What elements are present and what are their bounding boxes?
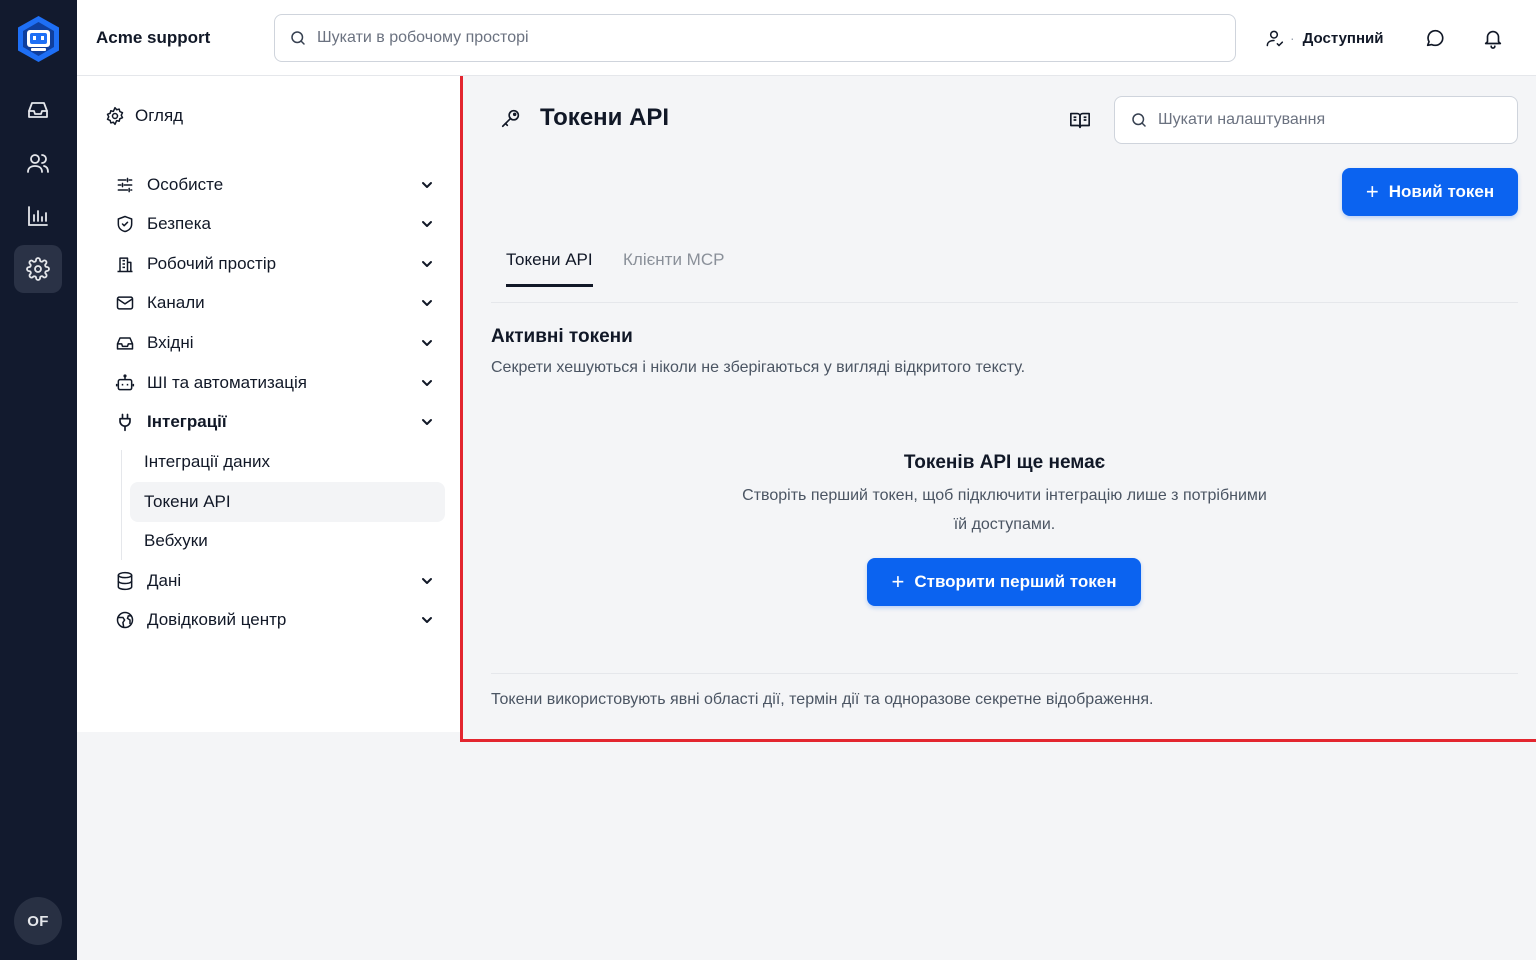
building-icon [117,257,133,273]
database-icon [117,571,133,591]
nav-item-label: Безпека [147,214,211,233]
status-separator: · [1290,30,1295,46]
availability-status[interactable]: · Доступний [1264,26,1383,50]
footer-divider [491,673,1518,674]
inbox-icon [28,102,48,118]
top-bar: Acme support · Доступний [77,0,1536,76]
chevron-down-icon [422,617,432,623]
key-icon [501,109,520,128]
tab-api-tokens[interactable]: Токени API [506,250,593,287]
create-first-token-button[interactable]: + Створити перший токен [867,558,1141,606]
nav-item-label: Канали [147,293,205,312]
nav-item-label: Вхідні [147,333,194,352]
bot-icon [115,374,135,391]
nav-item-ai-automation[interactable]: ШІ та автоматизація [115,369,435,397]
chevron-down-icon [422,182,432,188]
chevron-down-icon [422,578,432,584]
notifications-button[interactable] [1481,26,1505,50]
create-first-token-label: Створити перший токен [914,572,1117,591]
search-icon [1132,113,1146,127]
user-icon [1266,30,1284,47]
subnav-divider [121,450,122,560]
section-subtitle: Секрети хешуються і ніколи не зберігають… [491,359,1026,376]
rail-reports-button[interactable] [14,192,62,240]
book-open-icon [1070,112,1090,129]
section-title: Активні токени [491,326,633,347]
nav-item-personal[interactable]: Особисте [115,171,435,199]
chevron-down-icon [422,261,432,267]
nav-item-label: Інтеграції [147,412,227,431]
settings-overview-link[interactable]: Огляд [105,106,183,126]
plus-icon: + [1365,179,1379,204]
new-token-label: Новий токен [1388,182,1495,201]
chevron-down-icon [422,300,432,306]
rail-settings-button[interactable] [14,245,62,293]
chat-bubble-icon [1426,29,1444,47]
sub-item-label: Інтеграції даних [144,452,270,471]
gear-icon [26,257,50,281]
api-tokens-panel: Токени API + Новий токен Токени API Кліє… [460,76,1536,742]
workspace-search-input[interactable] [317,29,1197,47]
nav-item-data[interactable]: Дані [115,567,435,595]
rail-inbox-button[interactable] [14,86,62,134]
nav-item-channels[interactable]: Канали [115,289,435,317]
status-label: Доступний [1302,29,1384,47]
settings-nav: Огляд Особисте Безпека Робочий простір К… [77,76,460,732]
chevron-down-icon [422,380,432,386]
new-token-button[interactable]: + Новий токен [1342,168,1518,216]
gear-icon [106,106,124,126]
sub-item-webhooks[interactable]: Вебхуки [130,521,445,561]
nav-item-help-center[interactable]: Довідковий центр [115,606,435,634]
chevron-down-icon [422,419,432,425]
empty-state-title: Токенів API ще немає [903,452,1106,473]
docs-button[interactable] [1069,109,1091,131]
nav-item-security[interactable]: Безпека [115,210,435,238]
sub-item-label: Токени API [144,492,231,511]
bar-chart-icon [28,206,48,226]
mail-icon [116,296,134,310]
workspace-name: Acme support [96,28,211,47]
settings-search[interactable] [1114,96,1518,144]
shield-icon [117,215,133,233]
app-logo-icon[interactable] [15,14,62,64]
app-rail: OF [0,0,77,960]
nav-item-workspace[interactable]: Робочий простір [115,250,435,278]
tab-mcp-clients[interactable]: Клієнти MCP [623,250,724,284]
user-avatar[interactable]: OF [14,897,62,945]
users-icon [27,154,49,173]
settings-search-input[interactable] [1158,111,1498,129]
chevron-down-icon [422,340,432,346]
chevron-down-icon [422,221,432,227]
sub-item-label: Вебхуки [144,531,208,550]
nav-item-inbox[interactable]: Вхідні [115,329,435,357]
token-tabs: Токени API Клієнти MCP [491,248,1518,303]
sliders-icon [117,177,133,193]
nav-item-label: Робочий простір [147,254,277,273]
page-title: Токени API [540,104,670,131]
footer-note: Токени використовують явні області дії, … [491,691,1154,708]
nav-item-integrations[interactable]: Інтеграції [115,408,435,436]
search-icon [291,31,305,45]
globe-icon [116,611,134,629]
nav-item-label: Дані [147,571,182,590]
nav-item-label: Довідковий центр [147,610,287,629]
rail-contacts-button[interactable] [14,139,62,187]
empty-state-description: Створіть перший токен, щоб підключити ін… [742,487,1267,533]
workspace-search[interactable] [274,14,1236,62]
page-header: Токени API [500,104,669,132]
nav-item-label: ШІ та автоматизація [147,373,307,392]
nav-item-label: Особисте [147,175,224,194]
sub-item-api-tokens[interactable]: Токени API [130,482,445,522]
settings-overview-label: Огляд [135,106,184,125]
plus-icon: + [891,569,905,594]
chat-button[interactable] [1423,26,1447,50]
plug-icon [119,413,131,432]
inbox-icon [116,337,134,350]
bell-icon [1484,30,1502,49]
sub-item-data-integrations[interactable]: Інтеграції даних [130,442,445,482]
